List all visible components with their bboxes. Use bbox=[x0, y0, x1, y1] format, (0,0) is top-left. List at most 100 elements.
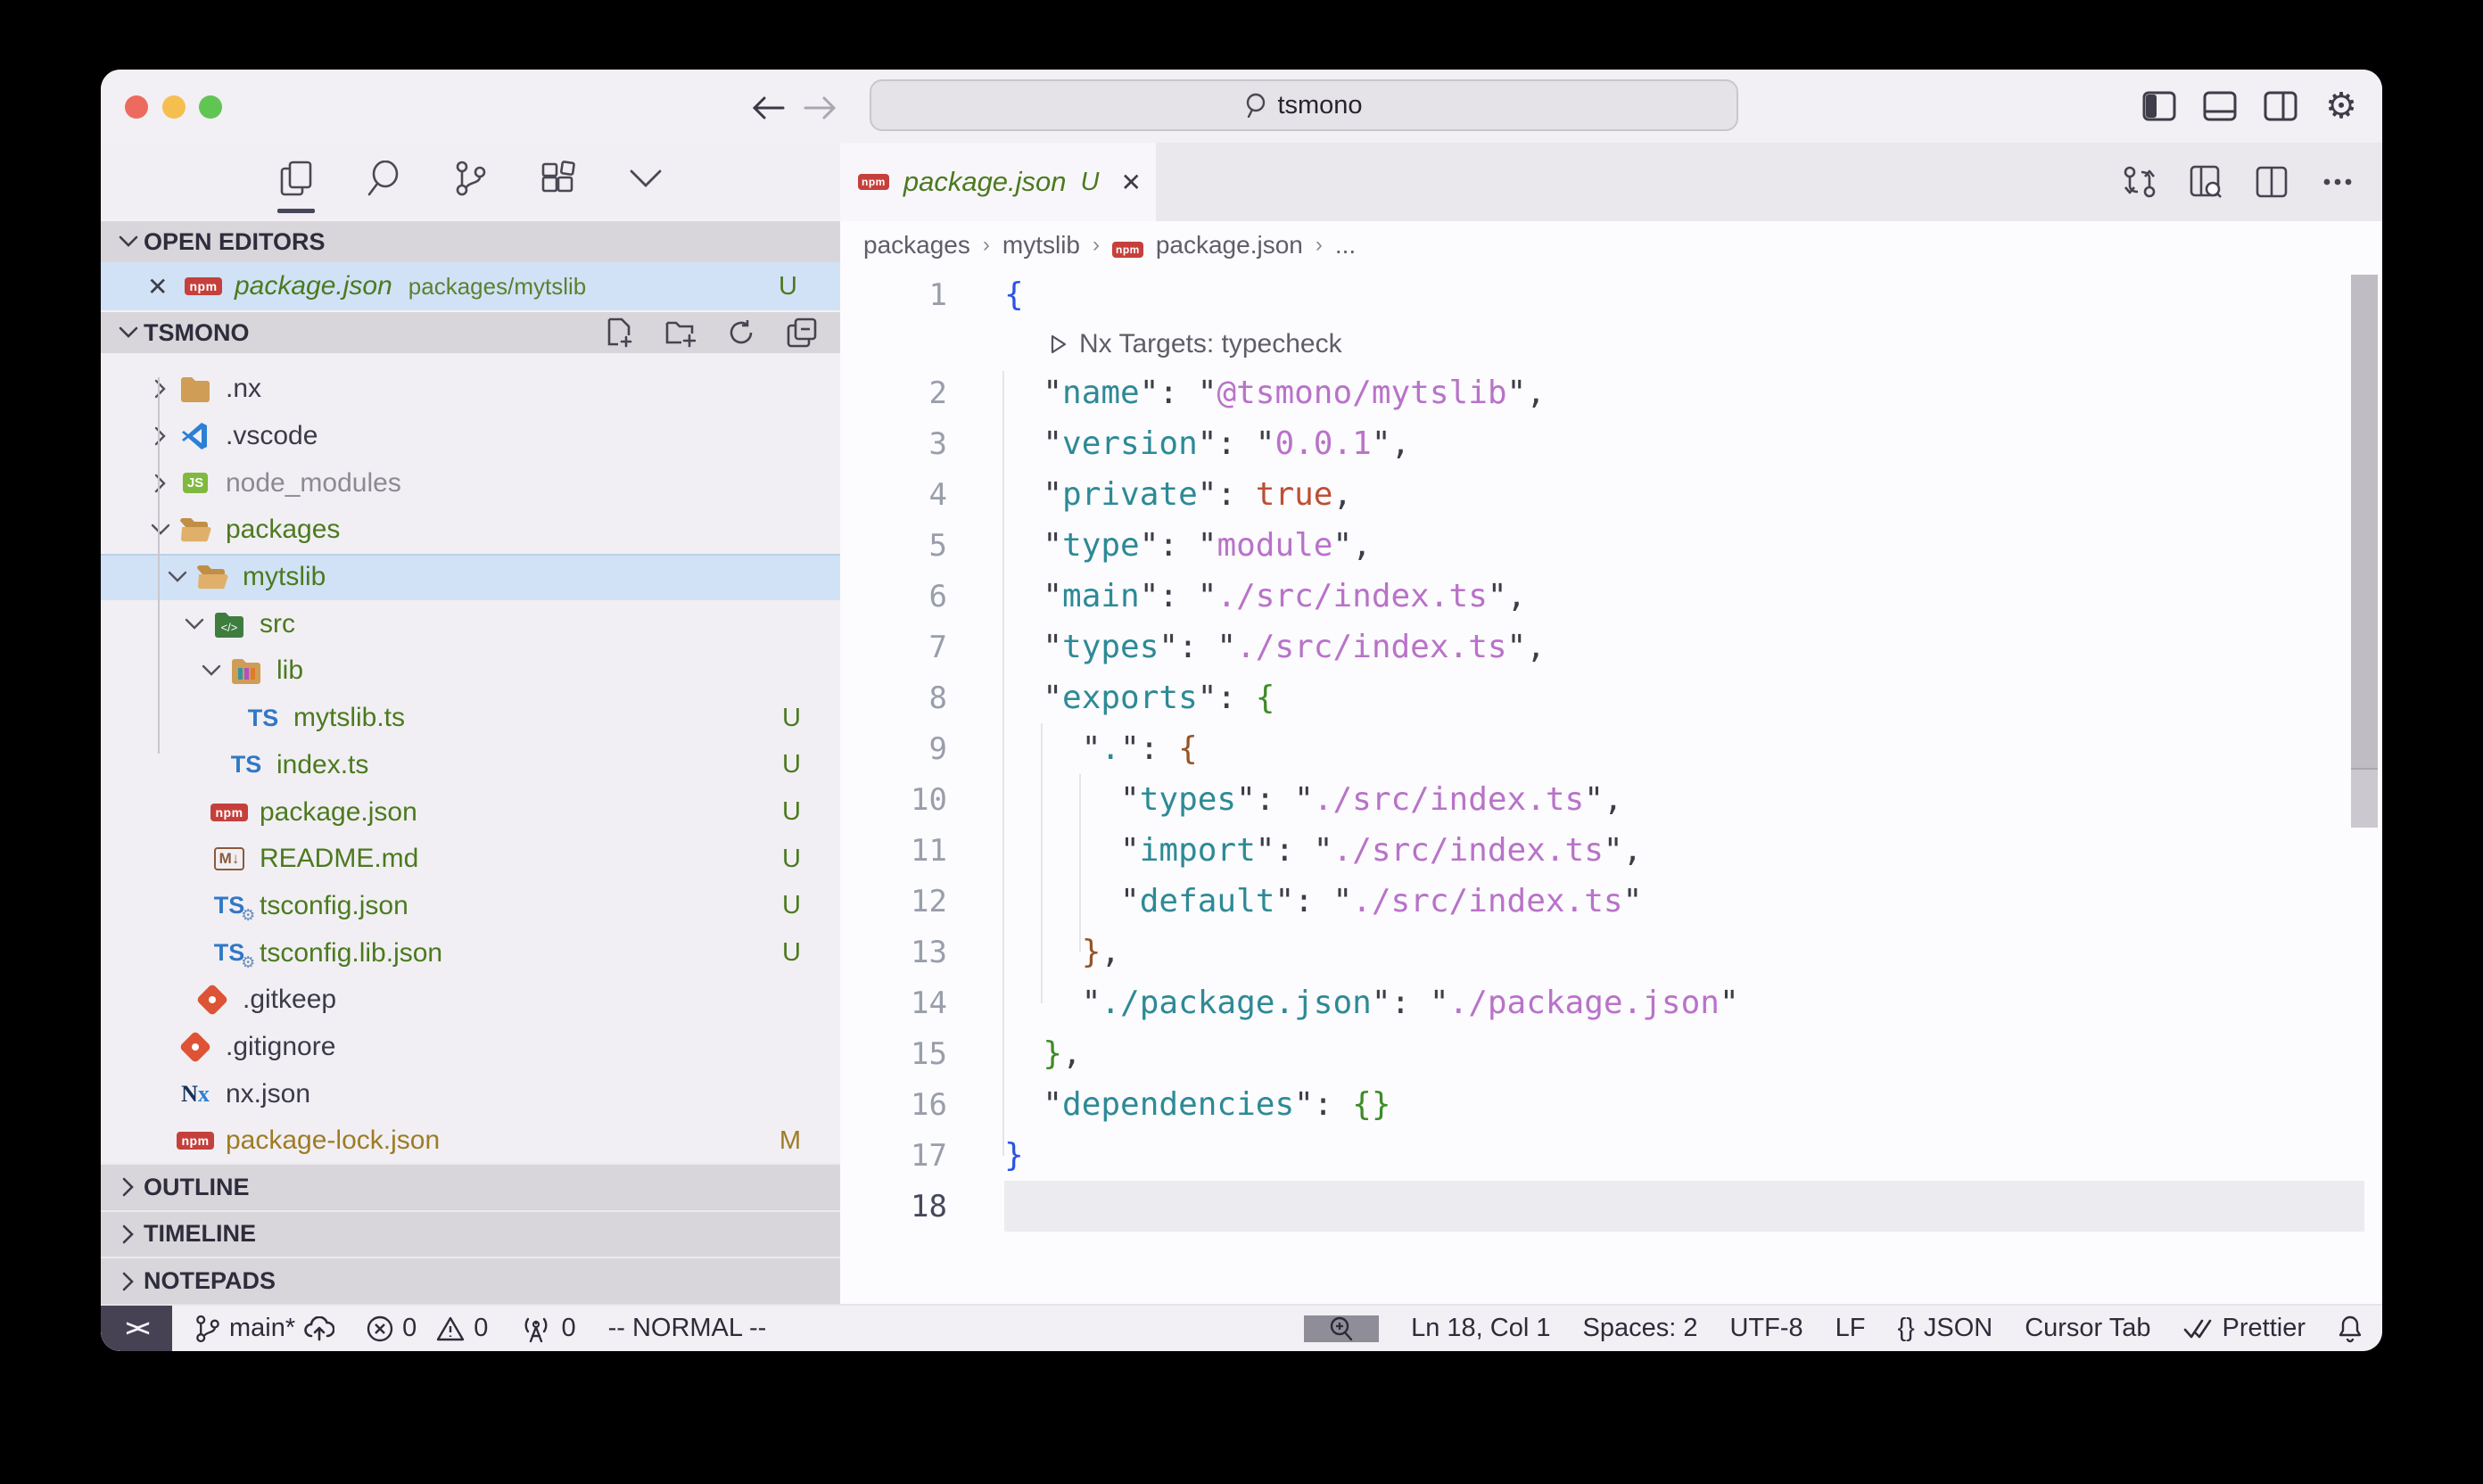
open-preview-button[interactable] bbox=[2188, 164, 2223, 200]
more-actions-button[interactable] bbox=[2320, 164, 2355, 200]
open-editors-section-header[interactable]: OPEN EDITORS bbox=[101, 219, 840, 262]
tree-item-package-lock-json[interactable]: npmpackage-lock.jsonM bbox=[101, 1117, 840, 1165]
code-line-10[interactable]: 10 "types": "./src/index.ts", bbox=[840, 774, 2382, 825]
toggle-panel-button[interactable] bbox=[2202, 87, 2238, 125]
activity-explorer-button[interactable] bbox=[276, 158, 317, 199]
code-line-14[interactable]: 14 "./package.json": "./package.json" bbox=[840, 977, 2382, 1028]
code-line-17[interactable]: 17} bbox=[840, 1130, 2382, 1181]
nx-icon: Nx bbox=[178, 1077, 212, 1111]
chevron-down-icon[interactable] bbox=[177, 618, 212, 631]
tree-item--gitkeep[interactable]: .gitkeep bbox=[101, 977, 840, 1024]
code-line-15[interactable]: 15 }, bbox=[840, 1028, 2382, 1079]
breadcrumb-item-file[interactable]: package.json bbox=[1156, 231, 1303, 260]
breadcrumb-item-symbol[interactable]: ... bbox=[1335, 231, 1356, 260]
collapse-folders-button[interactable] bbox=[785, 316, 819, 350]
close-window-button[interactable] bbox=[125, 95, 148, 119]
navigate-back-button[interactable] bbox=[748, 88, 788, 128]
codelens-nx-targets[interactable]: Nx Targets: typecheck bbox=[840, 320, 2382, 367]
chevron-right-icon[interactable] bbox=[143, 474, 178, 493]
tree-item--vscode[interactable]: .vscode bbox=[101, 413, 840, 460]
code-line-12[interactable]: 12 "default": "./src/index.ts" bbox=[840, 876, 2382, 927]
tree-item-node-modules[interactable]: JSnode_modules bbox=[101, 459, 840, 507]
activity-search-button[interactable] bbox=[363, 158, 404, 199]
chevron-down-icon[interactable] bbox=[143, 524, 178, 536]
tree-item--gitignore[interactable]: .gitignore bbox=[101, 1024, 840, 1071]
settings-button[interactable]: ⚙ bbox=[2323, 87, 2359, 125]
tab-package-json[interactable]: npm package.json U ✕ bbox=[840, 143, 1156, 221]
tree-item-lib[interactable]: lib bbox=[101, 647, 840, 695]
indentation-item[interactable]: Spaces: 2 bbox=[1582, 1314, 1697, 1343]
tree-item-src[interactable]: </>src bbox=[101, 600, 840, 647]
eol-item[interactable]: LF bbox=[1835, 1314, 1866, 1343]
vim-mode-indicator[interactable]: -- NORMAL -- bbox=[608, 1314, 767, 1343]
code-line-2[interactable]: 2 "name": "@tsmono/mytslib", bbox=[840, 367, 2382, 418]
code-line-18[interactable]: 18 bbox=[840, 1181, 2382, 1232]
tree-item-packages[interactable]: packages bbox=[101, 507, 840, 554]
tree-item-readme-md[interactable]: M↓README.mdU bbox=[101, 836, 840, 883]
chevron-right-icon[interactable] bbox=[143, 426, 178, 446]
encoding-item[interactable]: UTF-8 bbox=[1729, 1314, 1802, 1343]
code-line-13[interactable]: 13 }, bbox=[840, 927, 2382, 977]
tree-item-tsconfig-lib-json[interactable]: TS⚙tsconfig.lib.jsonU bbox=[101, 929, 840, 977]
timeline-section-header[interactable]: TIMELINE bbox=[101, 1210, 840, 1257]
activity-extensions-button[interactable] bbox=[538, 158, 579, 199]
ports-status-item[interactable]: 0 bbox=[520, 1314, 575, 1343]
files-icon bbox=[280, 161, 312, 196]
cursor-tab-item[interactable]: Cursor Tab bbox=[2025, 1314, 2150, 1343]
tree-item-mytslib[interactable]: mytslib bbox=[101, 554, 840, 601]
tree-item-mytslib-ts[interactable]: TSmytslib.tsU bbox=[101, 695, 840, 742]
tree-item-tsconfig-json[interactable]: TS⚙tsconfig.jsonU bbox=[101, 883, 840, 930]
close-tab-button[interactable]: ✕ bbox=[1120, 168, 1141, 197]
new-folder-button[interactable] bbox=[664, 316, 697, 350]
refresh-explorer-button[interactable] bbox=[724, 316, 758, 350]
zoom-status-item[interactable] bbox=[1304, 1315, 1379, 1342]
new-file-button[interactable] bbox=[603, 316, 637, 350]
problems-status-item[interactable]: 0 0 bbox=[367, 1314, 488, 1343]
breadcrumb-item-packages[interactable]: packages bbox=[863, 231, 970, 260]
breadcrumb-item-mytslib[interactable]: mytslib bbox=[1002, 231, 1080, 260]
code-line-6[interactable]: 6 "main": "./src/index.ts", bbox=[840, 571, 2382, 622]
tree-item--nx[interactable]: .nx bbox=[101, 366, 840, 413]
chevron-down-icon[interactable] bbox=[194, 664, 229, 677]
tree-item-label: tsconfig.json bbox=[260, 891, 408, 921]
notepads-section-header[interactable]: NOTEPADS bbox=[101, 1257, 840, 1304]
code-line-7[interactable]: 7 "types": "./src/index.ts", bbox=[840, 622, 2382, 672]
code-editor[interactable]: 1{ Nx Targets: typecheck2 "name": "@tsmo… bbox=[840, 269, 2382, 1304]
code-line-8[interactable]: 8 "exports": { bbox=[840, 672, 2382, 723]
breadcrumb: packages › mytslib › npm package.json › … bbox=[840, 221, 2382, 269]
chevron-down-icon[interactable] bbox=[160, 571, 195, 583]
minimize-window-button[interactable] bbox=[162, 95, 186, 119]
close-editor-icon[interactable]: ✕ bbox=[147, 272, 174, 301]
tree-item-nx-json[interactable]: Nxnx.json bbox=[101, 1070, 840, 1117]
open-changes-button[interactable] bbox=[2122, 164, 2157, 200]
tree-item-package-json[interactable]: npmpackage.jsonU bbox=[101, 788, 840, 836]
code-line-9[interactable]: 9 ".": { bbox=[840, 723, 2382, 774]
scrollbar-thumb[interactable] bbox=[2351, 275, 2378, 768]
notifications-button[interactable] bbox=[2338, 1315, 2363, 1343]
activity-source-control-button[interactable] bbox=[450, 158, 491, 199]
chevron-right-icon: › bbox=[1093, 233, 1100, 258]
navigate-forward-button[interactable] bbox=[801, 88, 840, 128]
remote-indicator[interactable]: >< bbox=[101, 1306, 172, 1351]
chevron-right-icon[interactable] bbox=[143, 379, 178, 399]
code-line-3[interactable]: 3 "version": "0.0.1", bbox=[840, 418, 2382, 469]
split-editor-button[interactable] bbox=[2254, 164, 2289, 200]
workspace-section-header[interactable]: TSMONO bbox=[101, 310, 840, 353]
toggle-secondary-sidebar-button[interactable] bbox=[2263, 87, 2298, 125]
activity-more-views-button[interactable] bbox=[625, 158, 666, 199]
zoom-window-button[interactable] bbox=[199, 95, 222, 119]
branch-status-item[interactable]: main* bbox=[195, 1314, 334, 1344]
open-editor-item[interactable]: ✕ npm package.json packages/mytslib U bbox=[101, 262, 840, 310]
outline-section-header[interactable]: OUTLINE bbox=[101, 1163, 840, 1210]
code-line-4[interactable]: 4 "private": true, bbox=[840, 469, 2382, 520]
code-line-1[interactable]: 1{ bbox=[840, 269, 2382, 320]
code-line-5[interactable]: 5 "type": "module", bbox=[840, 520, 2382, 571]
formatter-item[interactable]: Prettier bbox=[2183, 1314, 2306, 1343]
command-center-search[interactable]: tsmono bbox=[870, 79, 1738, 131]
code-line-11[interactable]: 11 "import": "./src/index.ts", bbox=[840, 825, 2382, 876]
cursor-position-item[interactable]: Ln 18, Col 1 bbox=[1411, 1314, 1550, 1343]
language-mode-item[interactable]: {} JSON bbox=[1897, 1314, 1992, 1343]
toggle-primary-sidebar-button[interactable] bbox=[2141, 87, 2177, 125]
code-line-16[interactable]: 16 "dependencies": {} bbox=[840, 1079, 2382, 1130]
tree-item-index-ts[interactable]: TSindex.tsU bbox=[101, 742, 840, 789]
